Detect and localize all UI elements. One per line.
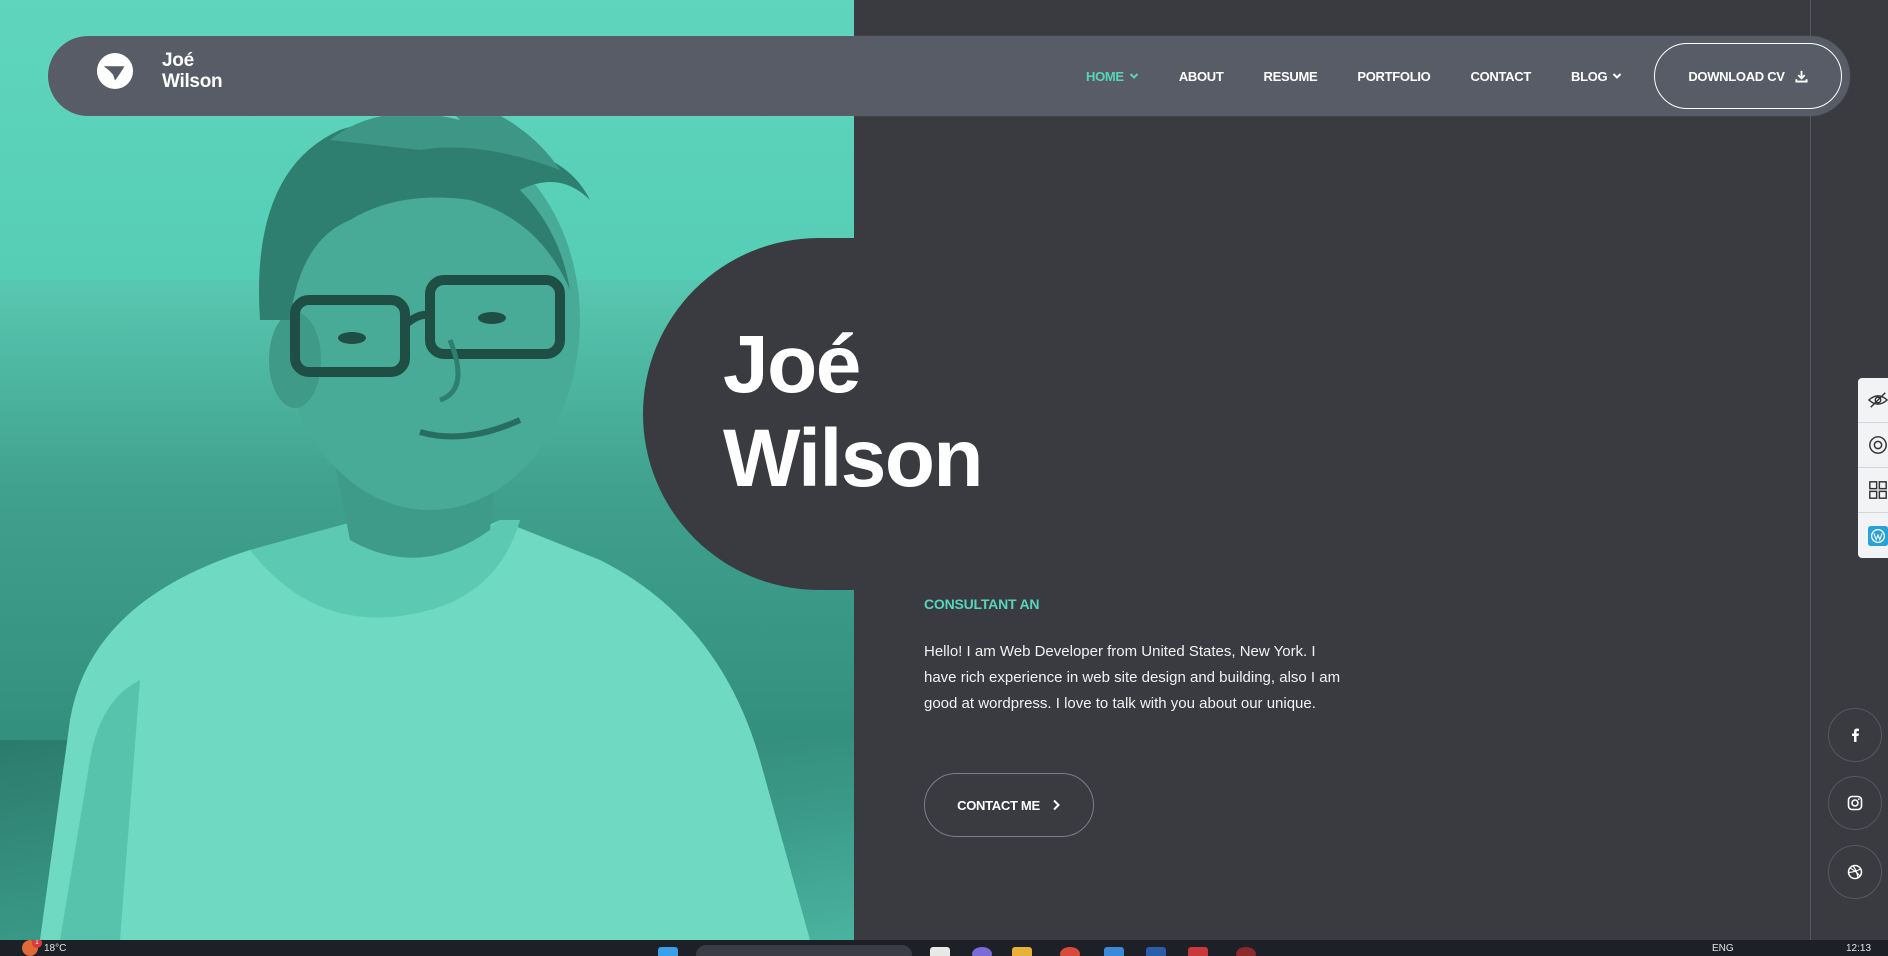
- weather-icon: 1: [22, 940, 42, 956]
- taskbar-weather[interactable]: 1 18°C: [22, 940, 66, 956]
- download-cv-label: DOWNLOAD CV: [1688, 68, 1785, 84]
- side-tool-strip: [1858, 378, 1888, 558]
- tool-wordpress-button[interactable]: [1858, 513, 1888, 558]
- contact-me-label: CONTACT ME: [957, 797, 1040, 813]
- app-icon[interactable]: [1188, 947, 1208, 956]
- nav-item-label: RESUME: [1263, 68, 1318, 84]
- nav-item-label: CONTACT: [1470, 68, 1532, 84]
- hero-subtitle: CONSULTANT AN: [924, 596, 1040, 612]
- lifebuoy-icon: [1869, 436, 1887, 454]
- file-explorer-icon[interactable]: [930, 947, 950, 956]
- instagram-link[interactable]: [1828, 776, 1882, 830]
- folder-icon[interactable]: [1012, 947, 1032, 956]
- download-icon: [1795, 70, 1808, 83]
- taskbar-clock[interactable]: 12:13: [1846, 943, 1871, 954]
- contact-me-button[interactable]: CONTACT ME: [924, 773, 1094, 837]
- taskbar-language[interactable]: ENG: [1712, 943, 1734, 954]
- hero-name: Joé Wilson: [723, 318, 984, 506]
- store-icon[interactable]: [1104, 947, 1124, 956]
- brand[interactable]: Joé Wilson: [96, 50, 242, 92]
- hero-name-line1: Joé: [723, 319, 861, 410]
- nav-item-about[interactable]: ABOUT: [1179, 69, 1224, 84]
- facebook-link[interactable]: [1828, 708, 1882, 762]
- notification-badge: 1: [32, 940, 42, 948]
- brand-name-line2: Wilson: [162, 71, 223, 92]
- tool-hide-button[interactable]: [1858, 378, 1888, 423]
- teams-icon[interactable]: [972, 947, 992, 956]
- grid-icon: [1869, 481, 1887, 499]
- facebook-icon: [1852, 728, 1859, 742]
- download-cv-button[interactable]: DOWNLOAD CV: [1654, 43, 1842, 109]
- nav-item-home[interactable]: HOME: [1086, 69, 1139, 84]
- bird-logo-icon: [96, 52, 134, 90]
- tool-layout-button[interactable]: [1858, 468, 1888, 513]
- main-menu: HOME ABOUT RESUME PORTFOLIO CONTACT BLOG: [1086, 36, 1622, 116]
- nav-item-label: HOME: [1086, 68, 1124, 84]
- chevron-down-icon: [1613, 73, 1622, 79]
- chevron-down-icon: [1129, 73, 1139, 79]
- top-navbar: Joé Wilson HOME ABOUT RESUME PORTFOLIO C…: [48, 36, 1850, 116]
- chevron-right-icon: [1053, 799, 1060, 811]
- nav-item-label: ABOUT: [1178, 68, 1224, 84]
- nav-item-label: BLOG: [1570, 68, 1608, 84]
- start-icon[interactable]: [658, 947, 678, 956]
- taskbar-search[interactable]: [696, 945, 912, 956]
- eye-slash-icon: [1868, 392, 1888, 408]
- brand-name-line1: Joé: [162, 50, 194, 71]
- nav-item-blog[interactable]: BLOG: [1571, 69, 1622, 84]
- dribbble-link[interactable]: [1828, 845, 1882, 899]
- chrome-icon[interactable]: [1060, 947, 1080, 956]
- hero-intro: Hello! I am Web Developer from United St…: [924, 643, 1341, 712]
- instagram-icon: [1847, 795, 1863, 811]
- nav-item-resume[interactable]: RESUME: [1264, 69, 1318, 84]
- wordpress-icon: [1868, 525, 1888, 546]
- nav-item-portfolio[interactable]: PORTFOLIO: [1357, 69, 1430, 84]
- weather-temp: 18°C: [44, 942, 67, 954]
- brand-name: Joé Wilson: [162, 50, 242, 92]
- os-taskbar: 1 18°C ENG 12:13: [0, 940, 1888, 956]
- dribbble-icon: [1847, 864, 1863, 880]
- frame-divider: [1810, 0, 1811, 940]
- nav-item-contact[interactable]: CONTACT: [1470, 68, 1532, 84]
- tool-support-button[interactable]: [1858, 423, 1888, 468]
- edge-icon[interactable]: [1146, 947, 1166, 956]
- nav-item-label: PORTFOLIO: [1357, 68, 1431, 84]
- hero-name-line2: Wilson: [723, 413, 984, 504]
- app2-icon[interactable]: [1236, 947, 1256, 956]
